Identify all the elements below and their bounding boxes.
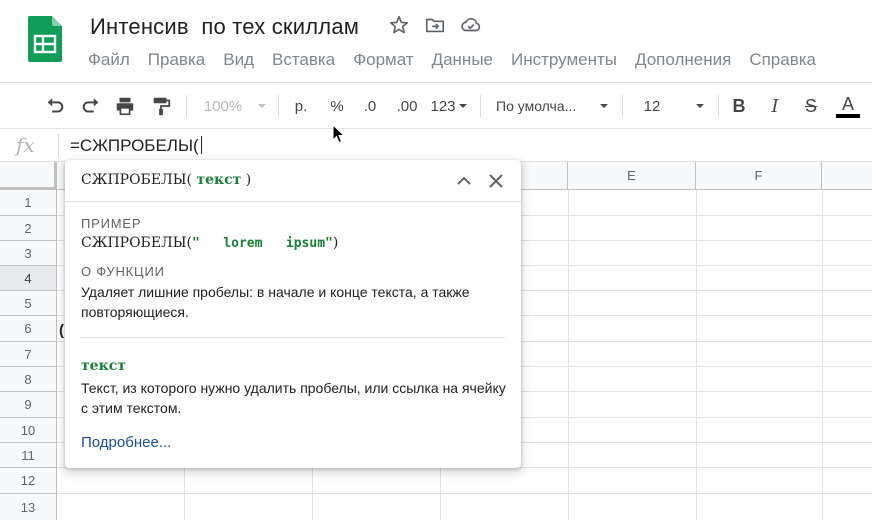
menu-addons[interactable]: Дополнения <box>635 50 731 70</box>
row-header[interactable]: 7 <box>0 342 57 367</box>
font-family-select[interactable]: По умолча... <box>496 93 588 119</box>
menu-format[interactable]: Формат <box>353 50 413 70</box>
function-help-popup: СЖПРОБЕЛЫ( текст ) ПРИМЕР СЖПРОБЕЛЫ(" lo… <box>65 160 521 468</box>
document-title[interactable]: Интенсив по тех скиллам <box>90 14 359 40</box>
more-formats-chevron-down-icon[interactable] <box>457 93 469 119</box>
row-header[interactable]: 12 <box>0 468 57 494</box>
menu-file[interactable]: Файл <box>88 50 130 70</box>
font-chevron-down-icon[interactable] <box>598 93 610 119</box>
row-header-selected[interactable]: 4 <box>0 266 57 291</box>
italic-button[interactable]: I <box>764 93 786 119</box>
row-header[interactable]: 6 <box>0 316 57 342</box>
row-header[interactable]: 3 <box>0 241 57 266</box>
format-currency-button[interactable]: р. <box>290 93 312 119</box>
row-header[interactable]: 5 <box>0 291 57 316</box>
chevron-up-icon[interactable] <box>453 170 475 192</box>
close-icon[interactable] <box>485 170 507 192</box>
text-color-button[interactable]: A <box>836 93 860 119</box>
move-folder-icon[interactable] <box>424 14 446 38</box>
menu-view[interactable]: Вид <box>223 50 254 70</box>
zoom-select[interactable]: 100% <box>202 93 244 119</box>
row-header[interactable]: 8 <box>0 367 57 392</box>
function-name: СЖПРОБЕЛЫ <box>81 172 187 188</box>
argument-description: Текст, из которого нужно удалить пробелы… <box>81 380 506 416</box>
text-color-swatch <box>836 114 860 118</box>
sheets-logo-icon[interactable] <box>28 16 62 62</box>
row-header[interactable]: 13 <box>0 494 57 520</box>
column-header-f[interactable]: F <box>696 162 822 190</box>
cell-a6-value[interactable]: ( <box>59 322 64 339</box>
print-icon[interactable] <box>112 93 138 119</box>
undo-icon[interactable] <box>42 93 68 119</box>
example-argument: " lorem ipsum" <box>191 236 333 251</box>
popup-header: СЖПРОБЕЛЫ( текст ) <box>65 160 521 202</box>
about-text: Удаляет лишние пробелы: в начале и конце… <box>81 284 470 320</box>
example-label: ПРИМЕР <box>81 216 142 231</box>
menu-bar: Файл Правка Вид Вставка Формат Данные Ин… <box>88 50 816 70</box>
menu-insert[interactable]: Вставка <box>272 50 335 70</box>
text-caret <box>200 136 202 154</box>
close-paren: ) <box>245 172 252 188</box>
menu-help[interactable]: Справка <box>749 50 816 70</box>
strikethrough-button[interactable]: S <box>800 93 822 119</box>
toolbar: 100% р. % .0 .00 123 По умолча... 12 B I… <box>0 82 872 128</box>
popup-divider <box>81 337 505 338</box>
font-size-chevron-down-icon[interactable] <box>694 93 706 119</box>
font-size-select[interactable]: 12 <box>640 93 664 119</box>
formula-input[interactable]: =СЖПРОБЕЛЫ( <box>70 136 202 156</box>
argument-name: текст <box>81 358 126 374</box>
learn-more-link[interactable]: Подробнее... <box>81 434 171 451</box>
formula-bar: fx =СЖПРОБЕЛЫ( <box>0 128 872 162</box>
menu-data[interactable]: Данные <box>432 50 493 70</box>
row-header[interactable]: 11 <box>0 443 57 468</box>
format-percent-button[interactable]: % <box>326 93 348 119</box>
select-all-corner[interactable] <box>0 162 57 190</box>
redo-icon[interactable] <box>78 93 104 119</box>
increase-decimal-button[interactable]: .00 <box>394 93 420 119</box>
example-function: СЖПРОБЕЛЫ( <box>81 235 192 251</box>
zoom-chevron-down-icon[interactable] <box>256 93 268 119</box>
fx-icon: fx <box>16 133 35 157</box>
row-header[interactable]: 2 <box>0 216 57 241</box>
open-paren: ( <box>186 172 192 188</box>
cloud-saved-icon[interactable] <box>460 14 482 38</box>
row-header[interactable]: 10 <box>0 418 57 443</box>
column-header-e[interactable]: E <box>568 162 696 190</box>
row-header[interactable]: 1 <box>0 190 57 216</box>
mouse-cursor-icon <box>332 124 346 144</box>
column-header-g[interactable] <box>822 162 872 190</box>
example-formula: СЖПРОБЕЛЫ(" lorem ipsum") <box>81 235 338 251</box>
formula-value: =СЖПРОБЕЛЫ( <box>70 136 199 155</box>
about-label: О ФУНКЦИИ <box>81 264 165 279</box>
bold-button[interactable]: B <box>728 93 750 119</box>
decrease-decimal-button[interactable]: .0 <box>358 93 382 119</box>
function-arg: текст <box>196 172 242 188</box>
function-signature: СЖПРОБЕЛЫ( текст ) <box>81 172 251 188</box>
menu-tools[interactable]: Инструменты <box>511 50 617 70</box>
star-icon[interactable] <box>388 14 410 38</box>
paint-format-icon[interactable] <box>148 93 174 119</box>
row-header[interactable]: 9 <box>0 392 57 418</box>
text-color-label: A <box>841 94 854 114</box>
example-close: ) <box>332 235 339 251</box>
more-formats-button[interactable]: 123 <box>428 93 458 119</box>
menu-edit[interactable]: Правка <box>148 50 205 70</box>
